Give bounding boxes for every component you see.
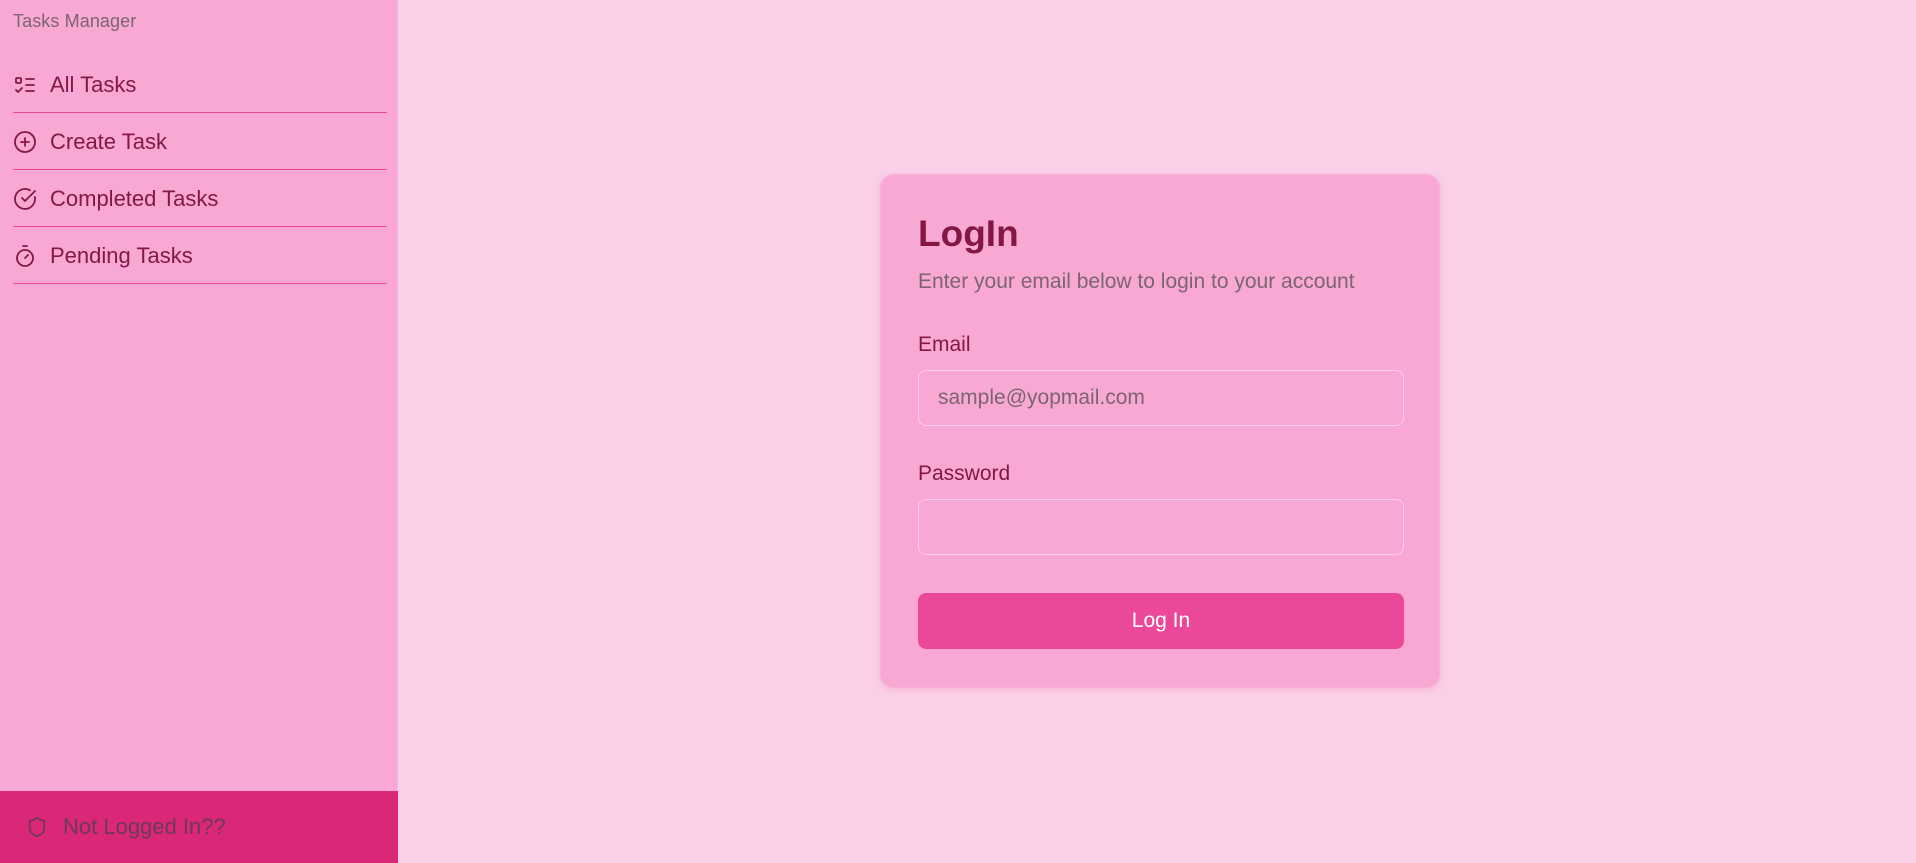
- sidebar-item-completed-tasks[interactable]: Completed Tasks: [13, 171, 387, 227]
- login-title: LogIn: [918, 213, 1019, 254]
- email-field[interactable]: [918, 370, 1404, 426]
- sidebar-item-label: All Tasks: [50, 71, 137, 97]
- login-subtitle: Enter your email below to login to your …: [918, 270, 1355, 293]
- sidebar-item-label: Pending Tasks: [50, 242, 193, 268]
- sidebar-nav: All Tasks Create Task Completed Tasks Pe…: [13, 57, 387, 285]
- list-checks-icon: [13, 73, 37, 97]
- plus-circle-icon: [13, 130, 37, 154]
- login-button[interactable]: Log In: [918, 593, 1404, 649]
- app-title: Tasks Manager: [13, 11, 137, 31]
- sidebar-item-create-task[interactable]: Create Task: [13, 114, 387, 170]
- check-circle-icon: [13, 187, 37, 211]
- login-card: LogIn Enter your email below to login to…: [880, 174, 1440, 688]
- timer-icon: [13, 244, 37, 268]
- sidebar-item-label: Create Task: [50, 128, 167, 154]
- password-label: Password: [918, 462, 1011, 485]
- login-status-footer[interactable]: Not Logged In??: [0, 791, 398, 863]
- sidebar-item-label: Completed Tasks: [50, 185, 219, 211]
- sidebar-item-all-tasks[interactable]: All Tasks: [13, 57, 387, 113]
- sidebar: Tasks Manager All Tasks Create Task Comp…: [0, 0, 398, 863]
- password-field[interactable]: [918, 499, 1404, 555]
- shield-icon: [25, 815, 49, 839]
- email-label: Email: [918, 333, 971, 356]
- login-status-label: Not Logged In??: [63, 814, 226, 839]
- sidebar-item-pending-tasks[interactable]: Pending Tasks: [13, 228, 387, 284]
